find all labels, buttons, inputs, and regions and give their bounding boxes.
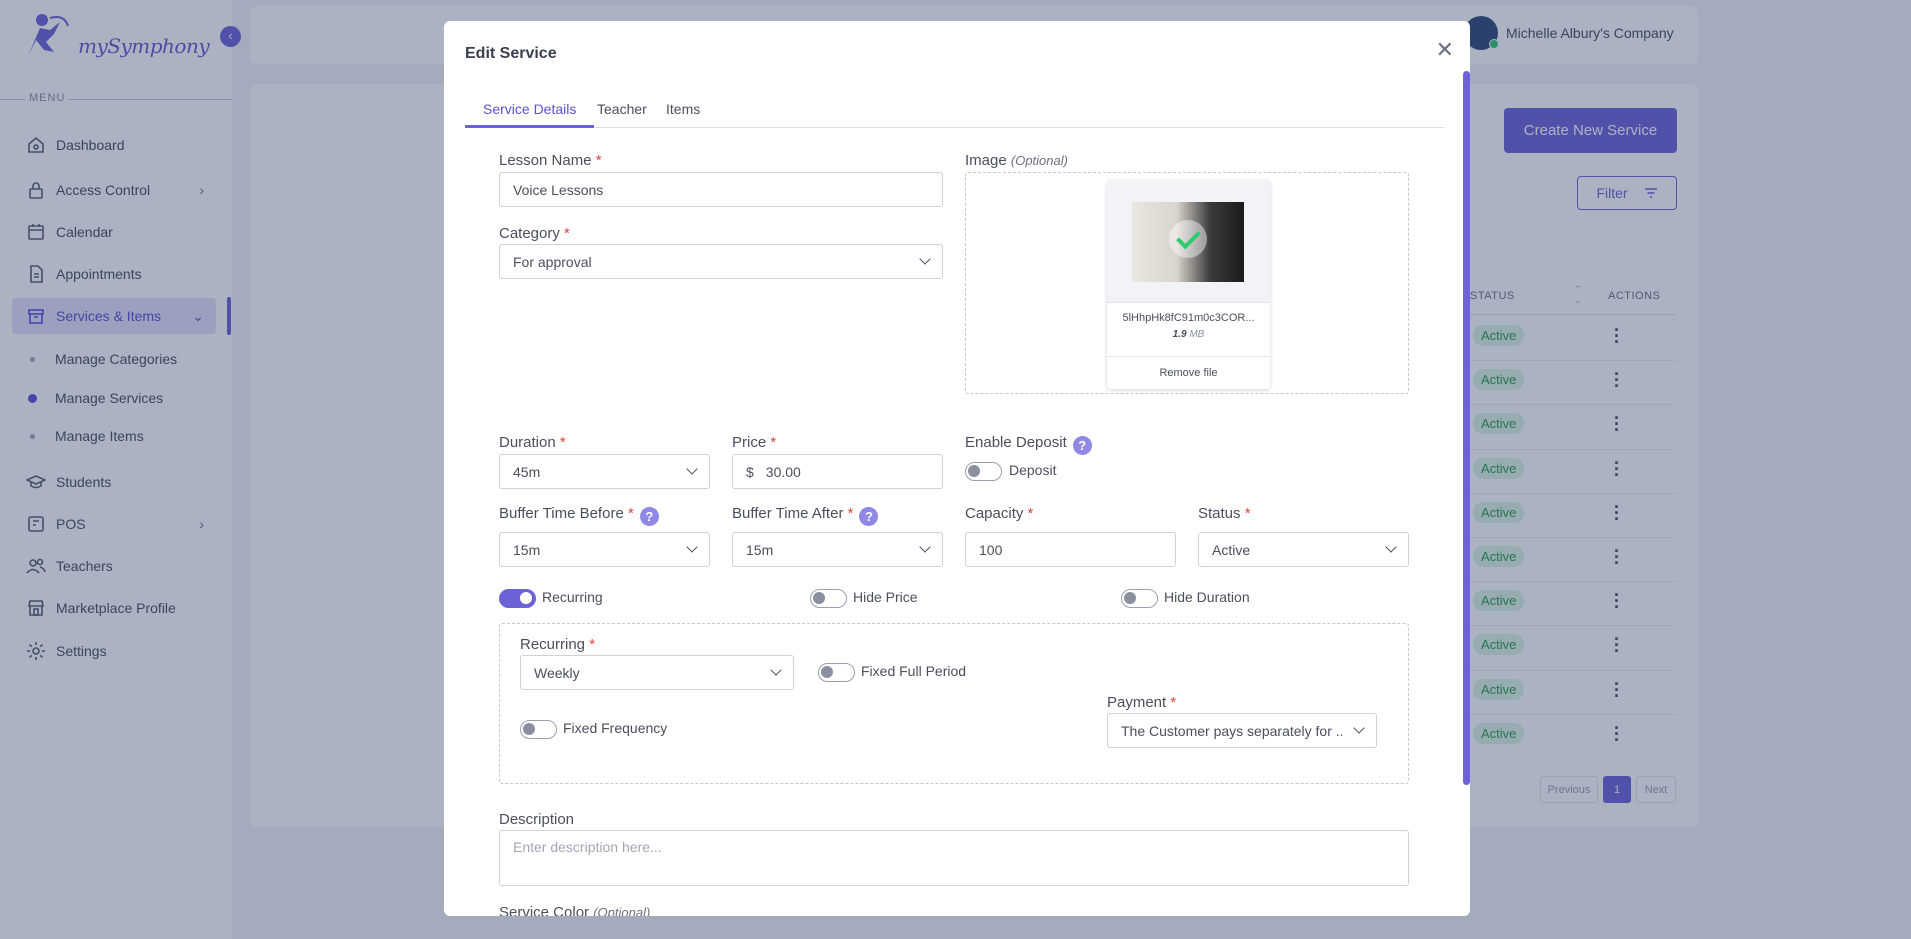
deposit-toggle[interactable] — [965, 462, 1002, 481]
status-label: Status * — [1198, 505, 1251, 522]
description-label: Description — [499, 811, 575, 828]
hide-duration-toggle[interactable] — [1121, 589, 1158, 608]
chevron-down-icon — [686, 541, 698, 553]
help-icon[interactable]: ? — [859, 507, 879, 526]
chevron-down-icon — [1353, 722, 1365, 734]
hide-duration-toggle-label: Hide Duration — [1164, 589, 1250, 605]
recurring-toggle-label: Recurring — [542, 589, 603, 605]
scrollbar[interactable] — [1463, 71, 1470, 785]
tab-bar: Service Details Teacher Items — [465, 99, 1445, 128]
check-icon — [1169, 220, 1207, 258]
duration-label: Duration * — [499, 434, 566, 451]
service-color-label: Service Color (Optional) — [499, 904, 651, 916]
hide-price-toggle[interactable] — [810, 589, 847, 608]
recurring-toggle[interactable] — [499, 589, 536, 608]
recurring-panel: Recurring * Weekly Fixed Full Period Fix… — [499, 623, 1409, 784]
hide-price-toggle-label: Hide Price — [853, 589, 918, 605]
buffer-before-label: Buffer Time Before *? — [499, 505, 659, 526]
category-select[interactable]: For approval — [499, 244, 943, 279]
chevron-down-icon — [919, 253, 931, 265]
description-textarea[interactable]: Enter description here... — [499, 830, 1409, 886]
currency-symbol: $ — [746, 463, 754, 480]
file-size: 1.9 MB — [1172, 329, 1205, 340]
file-preview: 5lHhpHk8fC91m0c3COR... 1.9 MB Remove fil… — [1107, 180, 1270, 389]
fixed-frequency-toggle[interactable] — [520, 720, 557, 739]
payment-select[interactable]: The Customer pays separately for ... — [1107, 713, 1377, 748]
duration-select[interactable]: 45m — [499, 454, 710, 489]
buffer-before-select[interactable]: 15m — [499, 532, 710, 567]
buffer-after-label: Buffer Time After *? — [732, 505, 879, 526]
chevron-down-icon — [770, 664, 782, 676]
remove-file-button[interactable]: Remove file — [1107, 356, 1270, 389]
chevron-down-icon — [1385, 541, 1397, 553]
help-icon[interactable]: ? — [639, 507, 659, 526]
chevron-down-icon — [919, 541, 931, 553]
fixed-full-period-label: Fixed Full Period — [861, 663, 967, 679]
tab-service-details[interactable]: Service Details — [465, 99, 595, 128]
recurring-label: Recurring * — [520, 636, 596, 653]
capacity-input[interactable]: 100 — [965, 532, 1176, 567]
tab-items[interactable]: Items — [648, 99, 718, 128]
price-label: Price * — [732, 434, 777, 451]
image-dropzone[interactable]: 5lHhpHk8fC91m0c3COR... 1.9 MB Remove fil… — [965, 172, 1409, 394]
buffer-after-select[interactable]: 15m — [732, 532, 943, 567]
help-icon[interactable]: ? — [1072, 436, 1092, 455]
modal-title: Edit Service — [465, 45, 557, 62]
lesson-name-label: Lesson Name * — [499, 152, 602, 169]
lesson-name-input[interactable]: Voice Lessons — [499, 172, 943, 207]
fixed-full-period-toggle[interactable] — [818, 663, 855, 682]
file-name: 5lHhpHk8fC91m0c3COR... — [1122, 312, 1255, 324]
deposit-toggle-label: Deposit — [1009, 462, 1057, 478]
payment-label: Payment * — [1107, 694, 1177, 711]
price-input[interactable]: $30.00 — [732, 454, 943, 489]
edit-service-modal: Edit Service ✕ Service Details Teacher I… — [444, 21, 1470, 916]
fixed-frequency-label: Fixed Frequency — [563, 720, 668, 736]
image-label: Image (Optional) — [965, 152, 1068, 169]
status-select[interactable]: Active — [1198, 532, 1409, 567]
capacity-label: Capacity * — [965, 505, 1034, 522]
chevron-down-icon — [686, 463, 698, 475]
recurring-select[interactable]: Weekly — [520, 655, 794, 690]
category-label: Category * — [499, 225, 570, 242]
close-icon[interactable]: ✕ — [1436, 37, 1454, 63]
enable-deposit-label: Enable Deposit? — [965, 434, 1092, 455]
